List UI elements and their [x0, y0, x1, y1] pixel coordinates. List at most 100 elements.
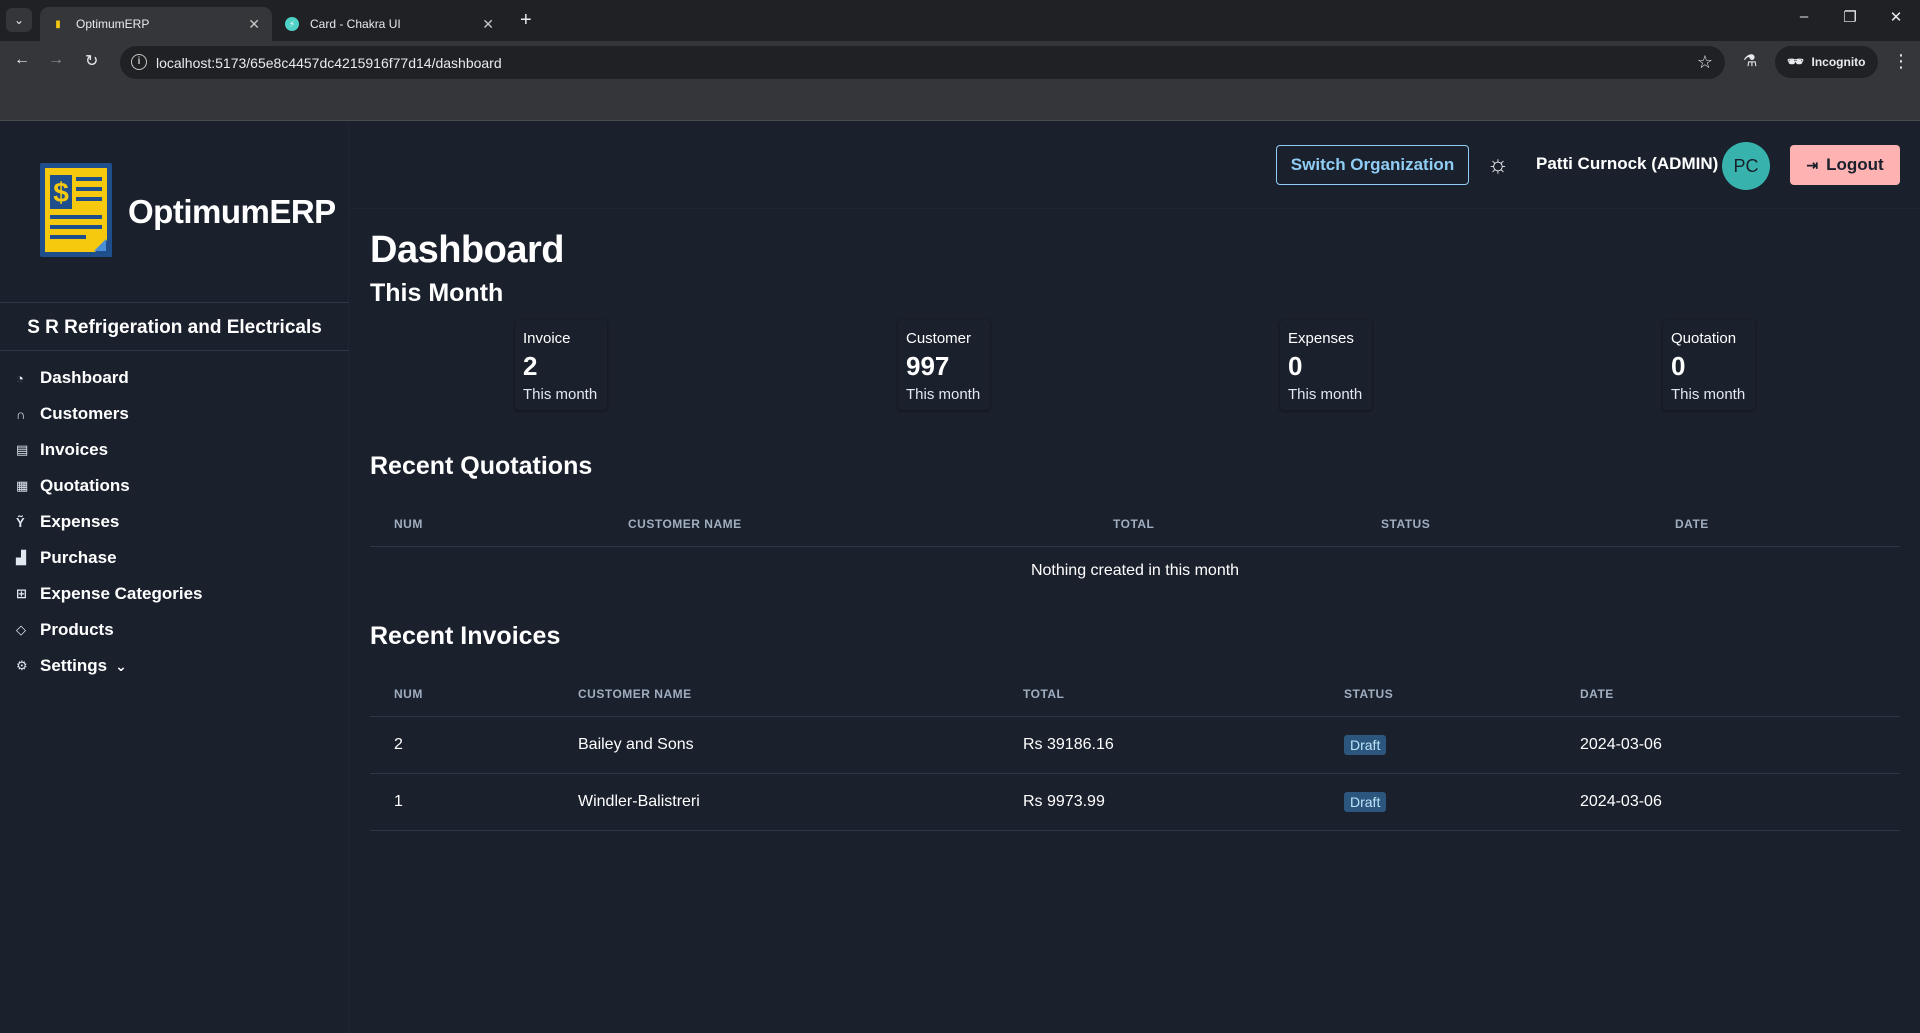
chakra-favicon-icon: ⚡ [284, 16, 300, 32]
empty-state-text: Nothing created in this month [1030, 562, 1240, 580]
sidebar-item-label: Dashboard [40, 368, 129, 387]
stat-label: Customer [906, 330, 972, 347]
stat-card-invoice: Invoice 2 This month [515, 320, 607, 410]
column-header: DATE [1556, 672, 1900, 717]
incognito-indicator[interactable]: 🕶 Incognito [1775, 46, 1878, 78]
stat-card-quotation: Quotation 0 This month [1663, 320, 1755, 410]
column-header: CUSTOMER NAME [554, 672, 999, 717]
sidebar-item-label: Products [40, 620, 114, 639]
invoice-customer: Windler-Balistreri [554, 773, 999, 831]
file-text-icon: ▦ [16, 478, 29, 493]
reload-icon[interactable]: ↻ [85, 51, 98, 71]
new-tab-button[interactable]: + [520, 9, 532, 32]
stat-value: 0 [1671, 351, 1686, 381]
sidebar-item-dashboard[interactable]: ◔ Dashboard [16, 360, 203, 396]
sidebar-item-customers[interactable]: ∩ Customers [16, 396, 203, 432]
stat-label: Invoice [523, 330, 571, 347]
address-bar[interactable]: i localhost:5173/65e8c4457dc4215916f77d1… [120, 46, 1725, 79]
browser-toolbar: ← → ↻ i localhost:5173/65e8c4457dc421591… [0, 41, 1920, 83]
section-subtitle: This Month [370, 279, 504, 307]
stat-hint: This month [1671, 386, 1746, 403]
sidebar-item-products[interactable]: ◇ Products [16, 612, 203, 648]
invoice-num: 1 [370, 773, 554, 831]
brand-name: OptimumERP [128, 193, 336, 230]
organization-name: S R Refrigeration and Electricals [27, 317, 322, 338]
forward-icon[interactable]: → [48, 51, 64, 69]
switch-organization-button[interactable]: Switch Organization [1276, 145, 1469, 185]
column-header: NUM [370, 502, 604, 547]
sidebar-item-label: Purchase [40, 548, 117, 567]
invoice-total: Rs 39186.16 [999, 716, 1320, 774]
sidebar-item-label: Expense Categories [40, 584, 203, 603]
table-row[interactable]: 1 Windler-Balistreri Rs 9973.99 Draft 20… [370, 773, 1900, 831]
status-badge: Draft [1344, 791, 1387, 812]
tag-icon: ◇ [16, 622, 26, 637]
avatar[interactable]: PC [1722, 142, 1770, 190]
bookmarks-bar [0, 83, 1920, 121]
page-title: Dashboard [370, 229, 564, 271]
back-icon[interactable]: ← [14, 51, 30, 69]
window-close-icon[interactable]: ✕ [1873, 8, 1919, 26]
tab-search-button[interactable]: ⌄ [6, 8, 32, 32]
browser-tab-optimumerp[interactable]: ▮ OptimumERP ✕ [40, 7, 272, 41]
logout-icon: ⇥ [1806, 156, 1819, 173]
grid-icon: ⊞ [16, 586, 27, 601]
sidebar-item-quotations[interactable]: ▦ Quotations [16, 468, 203, 504]
recent-invoices-title: Recent Invoices [370, 622, 561, 650]
tab-title: Card - Chakra UI [310, 17, 401, 31]
labs-flask-icon[interactable]: ⚗ [1743, 51, 1757, 71]
sidebar-item-purchase[interactable]: ▟ Purchase [16, 540, 203, 576]
close-icon[interactable]: ✕ [482, 16, 494, 33]
stat-label: Expenses [1288, 330, 1354, 347]
column-header: TOTAL [999, 672, 1320, 717]
app-header: Switch Organization ☼ Patti Curnock (ADM… [349, 121, 1920, 209]
column-header: STATUS [1320, 672, 1556, 717]
invoice-status: Draft [1320, 773, 1556, 831]
column-header: CUSTOMER NAME [604, 502, 1089, 547]
column-header: TOTAL [1089, 502, 1357, 547]
column-header: DATE [1651, 502, 1900, 547]
logout-button[interactable]: ⇥ Logout [1790, 145, 1900, 185]
sidebar-item-settings[interactable]: ⚙ Settings ⌄ [16, 648, 203, 684]
recent-invoices-table: NUM CUSTOMER NAME TOTAL STATUS DATE 2 Ba… [370, 672, 1900, 831]
user-name: Patti Curnock (ADMIN) [1536, 154, 1719, 173]
sidebar-item-label: Invoices [40, 440, 109, 459]
factory-icon: ▟ [16, 550, 26, 565]
stat-hint: This month [1288, 386, 1363, 403]
sidebar-item-expense-categories[interactable]: ⊞ Expense Categories [16, 576, 203, 612]
headphones-icon: ∩ [16, 406, 26, 422]
invoice-num: 2 [370, 716, 554, 774]
divider [0, 302, 349, 303]
restore-icon[interactable]: ❐ [1827, 8, 1873, 26]
invoice-date: 2024-03-06 [1556, 773, 1900, 831]
sidebar-item-invoices[interactable]: ▤ Invoices [16, 432, 203, 468]
sidebar-item-expenses[interactable]: Ỹ Expenses [16, 504, 203, 540]
stat-value: 997 [906, 351, 950, 381]
sidebar-item-label: Settings [40, 656, 108, 675]
optimumerp-favicon-icon: ▮ [55, 18, 61, 30]
sidebar-item-label: Expenses [40, 512, 120, 531]
browser-tab-chakra[interactable]: ⚡ Card - Chakra UI ✕ [274, 7, 506, 41]
chevron-down-icon: ⌄ [13, 13, 25, 27]
browser-menu-icon[interactable]: ⋮ [1892, 51, 1910, 72]
invoice-date: 2024-03-06 [1556, 716, 1900, 774]
invoice-customer: Bailey and Sons [554, 716, 999, 774]
sidebar: $ OptimumERP S R Refrigeration and Elect… [0, 121, 349, 1033]
site-info-icon[interactable]: i [131, 54, 147, 70]
column-header: NUM [370, 672, 554, 717]
bookmark-star-icon[interactable]: ☆ [1697, 52, 1713, 73]
sun-icon[interactable]: ☼ [1487, 151, 1509, 179]
table-row: Nothing created in this month [370, 546, 1900, 596]
address-url[interactable]: localhost:5173/65e8c4457dc4215916f77d14/… [156, 55, 502, 71]
sidebar-item-label: Quotations [40, 476, 130, 495]
close-icon[interactable]: ✕ [248, 16, 260, 33]
minimize-icon[interactable]: – [1781, 8, 1827, 25]
stat-value: 2 [523, 351, 538, 381]
incognito-label: Incognito [1811, 55, 1866, 69]
stat-hint: This month [523, 386, 598, 403]
sidebar-menu: ◔ Dashboard ∩ Customers ▤ Invoices ▦ Quo… [16, 360, 203, 684]
column-header: STATUS [1357, 502, 1651, 547]
table-row[interactable]: 2 Bailey and Sons Rs 39186.16 Draft 2024… [370, 716, 1900, 774]
gear-icon: ⚙ [16, 658, 28, 673]
logout-label: Logout [1826, 155, 1884, 174]
